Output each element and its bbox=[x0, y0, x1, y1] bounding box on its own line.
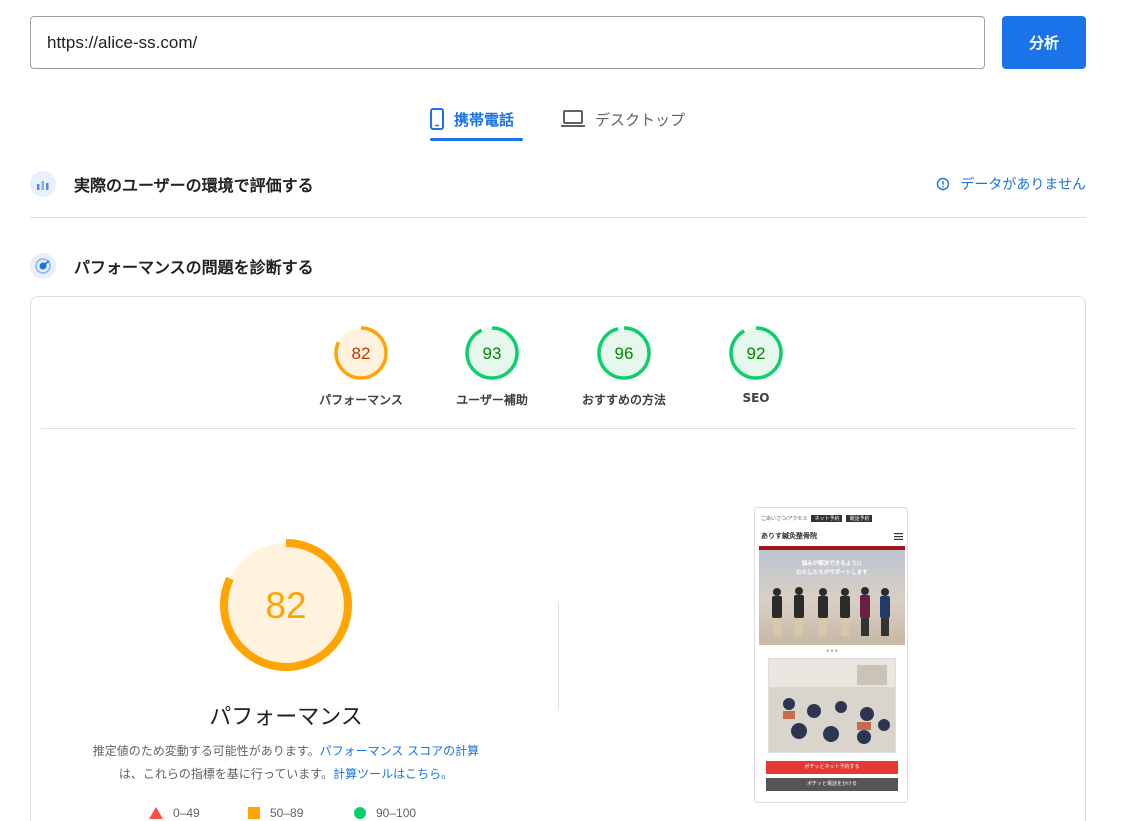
screenshot-chip: ネット予約 bbox=[811, 514, 843, 522]
url-input[interactable] bbox=[30, 16, 985, 69]
legend-fail: 0–49 bbox=[149, 806, 200, 820]
device-tabs: 携帯電話 デスクトップ bbox=[0, 96, 1123, 144]
square-icon bbox=[248, 807, 260, 819]
screenshot-brand-name: ありす鍼灸整骨院 bbox=[761, 531, 817, 540]
screenshot-hero: 悩みが解決できるように わたしたちがサポートします bbox=[759, 546, 905, 645]
performance-description: 推定値のため変動する可能性があります。パフォーマンス スコアの計算 は、これらの… bbox=[31, 740, 541, 786]
no-data-link[interactable]: データがありません bbox=[936, 174, 1086, 194]
report-card: 82 パフォーマンス 93 ユーザー補助 96 おすすめの方法 92 SEO 8… bbox=[30, 296, 1086, 821]
performance-big-gauge: 82 bbox=[218, 537, 354, 678]
legend-fail-range: 0–49 bbox=[173, 806, 200, 820]
lab-data-header: パフォーマンスの問題を診断する bbox=[30, 252, 1086, 280]
lab-data-title: パフォーマンスの問題を診断する bbox=[74, 258, 314, 277]
svg-text:82: 82 bbox=[352, 344, 371, 363]
desc-text-1: 推定値のため変動する可能性があります。 bbox=[92, 744, 320, 758]
triangle-icon bbox=[149, 807, 163, 819]
tab-desktop-label: デスクトップ bbox=[595, 110, 686, 129]
page-screenshot: ごあいさつ/アクセス ネット予約 電話予約 ありす鍼灸整骨院 悩みが解決できるよ… bbox=[754, 507, 908, 803]
laptop-icon bbox=[561, 110, 585, 127]
screenshot-chip: 電話予約 bbox=[846, 514, 873, 522]
active-tab-indicator bbox=[430, 138, 523, 141]
field-data-title: 実際のユーザーの環境で評価する bbox=[74, 176, 314, 195]
tab-desktop[interactable]: デスクトップ bbox=[561, 96, 685, 142]
screenshot-call-button: ポチッと電話をかける bbox=[766, 778, 898, 791]
svg-text:92: 92 bbox=[747, 344, 766, 363]
desc-text-2: は、これらの指標を基に行っています。 bbox=[118, 767, 334, 781]
screenshot-topbar: ごあいさつ/アクセス ネット予約 電話予約 bbox=[761, 514, 903, 522]
diagnose-icon bbox=[30, 253, 56, 279]
field-data-header: 実際のユーザーの環境で評価する データがありません bbox=[30, 170, 1086, 198]
screenshot-topbar-text: ごあいさつ/アクセス bbox=[761, 515, 808, 522]
gauge-ring: 96 bbox=[597, 326, 651, 380]
legend-pass-range: 90–100 bbox=[376, 806, 417, 820]
score-gauge-performance[interactable]: 82 パフォーマンス bbox=[306, 325, 416, 408]
carousel-dots: ● ● ● bbox=[826, 648, 838, 654]
section-divider bbox=[30, 217, 1086, 218]
big-score-value: 82 bbox=[265, 585, 306, 626]
legend-pass: 90–100 bbox=[354, 806, 416, 820]
screenshot-photo bbox=[768, 658, 896, 753]
field-data-icon bbox=[30, 171, 56, 197]
vertical-divider bbox=[558, 603, 559, 709]
legend-average: 50–89 bbox=[248, 806, 303, 820]
no-data-text: データがありません bbox=[960, 177, 1086, 193]
gauge-ring: 82 bbox=[334, 326, 388, 380]
tab-mobile-label: 携帯電話 bbox=[454, 110, 515, 129]
svg-text:93: 93 bbox=[483, 344, 502, 363]
smartphone-icon bbox=[430, 108, 444, 130]
tab-mobile[interactable]: 携帯電話 bbox=[430, 96, 514, 142]
score-gauge-best-practices[interactable]: 96 おすすめの方法 bbox=[569, 325, 679, 408]
score-gauge-seo[interactable]: 92 SEO bbox=[701, 325, 811, 405]
screenshot-brand: ありす鍼灸整骨院 bbox=[761, 528, 903, 544]
hamburger-icon bbox=[894, 532, 903, 540]
gauge-ring: 92 bbox=[729, 326, 783, 380]
info-icon bbox=[937, 177, 950, 191]
analyze-button[interactable]: 分析 bbox=[1002, 16, 1086, 69]
circle-icon bbox=[354, 807, 366, 819]
score-gauge-accessibility[interactable]: 93 ユーザー補助 bbox=[437, 325, 547, 408]
legend-average-range: 50–89 bbox=[270, 806, 304, 820]
score-label: SEO bbox=[742, 391, 770, 405]
score-calc-link[interactable]: パフォーマンス スコアの計算 bbox=[320, 744, 480, 758]
score-label: おすすめの方法 bbox=[581, 393, 666, 407]
score-label: パフォーマンス bbox=[319, 393, 403, 407]
performance-title: パフォーマンス bbox=[209, 705, 363, 730]
svg-text:96: 96 bbox=[615, 344, 634, 363]
gauge-ring: 93 bbox=[465, 326, 519, 380]
card-divider bbox=[41, 428, 1077, 429]
big-gauge-ring: 82 bbox=[220, 539, 352, 671]
screenshot-reserve-button: ポチッとネット予約する bbox=[766, 761, 898, 774]
score-label: ユーザー補助 bbox=[456, 393, 528, 407]
calculator-link[interactable]: 計算ツールはこちら。 bbox=[333, 767, 453, 781]
staff-photo bbox=[772, 587, 890, 636]
seminar-photo bbox=[769, 659, 895, 752]
